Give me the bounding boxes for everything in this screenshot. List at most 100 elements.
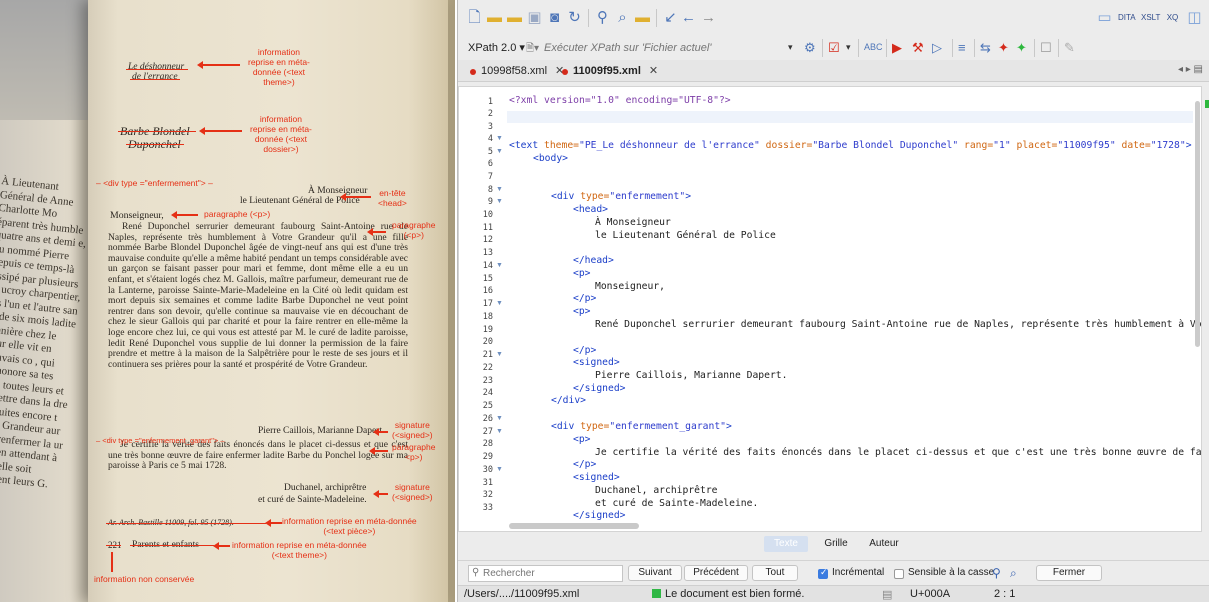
code-area[interactable]: 1 2 3 4 ▼ 5 ▼ 6 7 8 ▼ 9 ▼ 10 11 12 13 14 ▼ 15 16 17 ▼ 18 19 20 21 ▼…: [458, 86, 1202, 532]
xpath-input[interactable]: [544, 38, 816, 57]
line-number: 25: [482, 401, 493, 411]
fold-toggle-icon[interactable]: ▼: [496, 351, 503, 358]
run-transformation-icon[interactable]: ▶: [892, 39, 902, 56]
annotation-arrow: [369, 447, 388, 455]
signature-1: Pierre Caillois, Marianne Dapert.: [258, 426, 385, 436]
dita-perspective-icon[interactable]: DITA: [1118, 9, 1136, 26]
find-folder-icon[interactable]: ▬: [634, 9, 651, 26]
xml-text: et curé de Sainte-Madeleine.: [595, 498, 759, 509]
find-icon[interactable]: ⚲: [594, 9, 611, 26]
code-line-1: <?xml version="1.0" encoding="UTF-8"?>: [509, 95, 731, 106]
horizontal-scrollbar[interactable]: [509, 523, 639, 529]
tab-grid-mode[interactable]: Grille: [816, 536, 856, 552]
tab-10998f58[interactable]: 10998f58.xml ✕: [470, 63, 564, 80]
pin-icon[interactable]: ✦: [998, 39, 1009, 56]
overview-ruler: [1204, 86, 1209, 532]
next-button[interactable]: Suivant: [628, 565, 682, 581]
xslt-debug-icon[interactable]: XSLT: [1141, 9, 1160, 26]
fold-toggle-icon[interactable]: ▼: [496, 428, 503, 435]
xml-tag: </p>: [573, 293, 597, 304]
find-in-files-icon[interactable]: ⌕: [614, 9, 631, 26]
xml-tag: <signed>: [573, 357, 620, 368]
annotation-paragraph-2: paragraphe (<p>): [392, 220, 435, 240]
xpath-dropdown-icon[interactable]: ▾: [788, 39, 793, 56]
spellcheck-icon[interactable]: ABC: [864, 39, 883, 56]
fold-toggle-icon[interactable]: ▼: [496, 186, 503, 193]
status-file-path: /Users/..../11009f95.xml: [464, 588, 580, 600]
annotation-meta-piece: information reprise en méta-donnée (<tex…: [282, 516, 417, 536]
tab-author-mode[interactable]: Auteur: [862, 536, 906, 552]
strike-mark: [126, 69, 188, 71]
close-icon[interactable]: ✕: [649, 65, 658, 77]
close-find-button[interactable]: Fermer: [1036, 565, 1102, 581]
toolbar-separator: [858, 39, 859, 57]
fold-toggle-icon[interactable]: ▼: [496, 198, 503, 205]
xml-attr-name: dossier=: [765, 140, 813, 151]
find-all-icon[interactable]: ⚲: [992, 566, 1001, 580]
back-icon[interactable]: ←: [680, 9, 697, 26]
code-line-20: </p>: [573, 345, 596, 356]
fold-toggle-icon[interactable]: ▼: [496, 466, 503, 473]
xml-text: Je certifie la vérité des faits énoncés …: [595, 447, 1202, 458]
fold-toggle-icon[interactable]: ▼: [496, 415, 503, 422]
xpath-toolbar: XPath 2.0 ▾ 🗎▾ ▾ ⚙ ☑ ▾ ABC ▶ ⚒ ▷ ≡ ⇆ ✦ ✦…: [458, 36, 1209, 60]
tab-navigation[interactable]: ◂ ▸ ▤: [1178, 64, 1203, 75]
new-file-icon[interactable]: 🗋: [466, 9, 483, 26]
pin-green-icon[interactable]: ✦: [1016, 39, 1027, 56]
find-bar: ⚲ Suivant Précédent Tout Incrémental Sen…: [458, 560, 1209, 584]
forward-icon[interactable]: →: [700, 9, 717, 26]
fold-toggle-icon[interactable]: ▼: [496, 148, 503, 155]
all-button[interactable]: Tout: [752, 565, 798, 581]
save-icon[interactable]: ▣: [526, 9, 543, 26]
debug-icon[interactable]: ▷: [932, 39, 942, 56]
tab-text-mode[interactable]: Texte: [764, 536, 808, 552]
xml-tag: </signed>: [573, 383, 626, 394]
find-in-files-icon[interactable]: ⌕: [1010, 566, 1017, 581]
fold-toggle-icon[interactable]: ▼: [496, 262, 503, 269]
open-folder-icon[interactable]: ▬: [486, 9, 503, 26]
xquery-debug-icon[interactable]: XQ: [1164, 9, 1181, 26]
annotation-meta-theme: information reprise en méta-donnée (<tex…: [232, 540, 367, 560]
indent-icon[interactable]: ≡: [958, 39, 966, 56]
toolbar-separator: [1034, 39, 1035, 57]
save-all-icon[interactable]: ◙: [546, 9, 563, 26]
comment-icon[interactable]: ☐: [1040, 39, 1052, 56]
xpath-version-selector[interactable]: XPath 2.0 ▾: [468, 41, 525, 54]
xml-tag: >: [1185, 140, 1192, 151]
previous-button[interactable]: Précédent: [684, 565, 748, 581]
validate-dropdown-icon[interactable]: ▾: [846, 39, 851, 56]
xml-tag: </head>: [573, 255, 614, 266]
toolbar-separator: [886, 39, 887, 57]
view-mode-tabs: Texte Grille Auteur: [458, 534, 1209, 554]
tab-11009f95[interactable]: 11009f95.xml ✕: [562, 63, 658, 80]
search-input[interactable]: [468, 565, 623, 582]
editor-perspective-icon[interactable]: ▭: [1096, 9, 1113, 26]
line-number: 19: [482, 325, 493, 335]
edit-icon[interactable]: ✎: [1064, 39, 1075, 56]
validate-icon[interactable]: ☑: [828, 39, 840, 56]
incremental-label: Incrémental: [832, 567, 885, 578]
incremental-checkbox[interactable]: [818, 567, 828, 579]
sync-icon[interactable]: ⇆: [980, 39, 991, 56]
xml-tag: >: [685, 191, 692, 202]
format-icon[interactable]: ↙: [662, 9, 679, 26]
xml-attr-value: "1728": [1150, 140, 1186, 151]
vertical-scrollbar[interactable]: [1195, 101, 1200, 347]
annotation-head: en-tête <head>: [378, 188, 407, 208]
line-number: 27: [482, 427, 493, 437]
configure-transformation-icon[interactable]: ⚒: [912, 39, 924, 56]
xml-attr-value: "Barbe Blondel Duponchel": [812, 140, 959, 151]
fold-toggle-icon[interactable]: ▼: [496, 300, 503, 307]
fold-toggle-icon[interactable]: ▼: [496, 135, 503, 142]
xpath-settings-icon[interactable]: ⚙: [804, 39, 816, 56]
xml-text: Monseigneur,: [595, 281, 665, 292]
line-number: 13: [482, 248, 493, 258]
annotation-arrow: [340, 193, 371, 201]
case-sensitive-checkbox[interactable]: [894, 569, 904, 579]
line-number: 20: [482, 337, 493, 347]
database-icon[interactable]: ◫: [1186, 9, 1203, 26]
annotation-not-kept: information non conservée: [94, 574, 195, 584]
reload-icon[interactable]: ↻: [566, 9, 583, 26]
open-url-icon[interactable]: ▬: [506, 9, 523, 26]
line-number: 9: [487, 197, 493, 207]
